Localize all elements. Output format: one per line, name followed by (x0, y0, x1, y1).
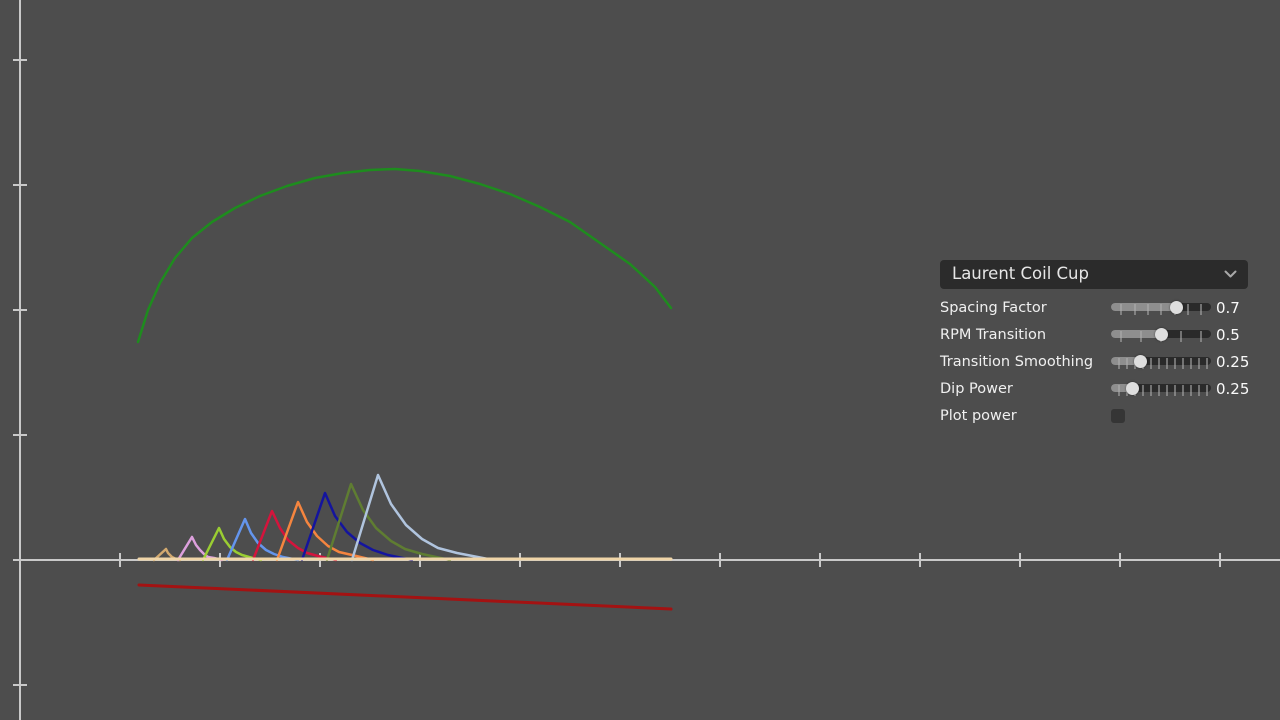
chevron-down-icon (1224, 270, 1237, 279)
slider-tick (1126, 358, 1128, 369)
slider-tick (1120, 304, 1122, 315)
slider-tick (1206, 385, 1208, 396)
slider-tick (1118, 385, 1120, 396)
transition-smoothing-value: 0.25 (1216, 352, 1250, 371)
slider-tick (1140, 331, 1142, 342)
slider-tick (1198, 385, 1200, 396)
slider-tick (1190, 385, 1192, 396)
series-peak-5 (251, 509, 338, 562)
rpm-transition-value: 0.5 (1216, 325, 1240, 344)
slider-tick (1150, 358, 1152, 369)
spacing-factor-label: Spacing Factor (940, 299, 1047, 316)
slider-tick (1198, 358, 1200, 369)
slider-tick (1147, 304, 1149, 315)
plot-power-row: Plot power (940, 402, 1248, 429)
slider-tick (1182, 385, 1184, 396)
slider-tick (1134, 304, 1136, 315)
slider-tick (1200, 304, 1202, 315)
slider-tick (1200, 331, 1202, 342)
rpm-transition-slider-knob[interactable] (1154, 328, 1168, 341)
plot-power-label: Plot power (940, 407, 1017, 424)
dip-power-value: 0.25 (1216, 379, 1250, 398)
slider-row: RPM Transition 0.5 (940, 321, 1248, 348)
slider-tick (1118, 358, 1120, 369)
transition-smoothing-slider[interactable] (1111, 348, 1211, 375)
slider-row: Transition Smoothing 0.25 (940, 348, 1250, 375)
slider-tick (1190, 358, 1192, 369)
spacing-factor-value: 0.7 (1216, 298, 1240, 317)
series-peak-7 (300, 491, 414, 562)
preset-dropdown-value: Laurent Coil Cup (952, 264, 1089, 284)
rpm-transition-slider-fill (1111, 330, 1161, 338)
rpm-transition-label: RPM Transition (940, 326, 1047, 343)
slider-tick (1174, 385, 1176, 396)
dip-power-slider-knob[interactable] (1125, 382, 1139, 395)
transition-smoothing-slider-knob[interactable] (1133, 355, 1147, 368)
slider-tick (1166, 385, 1168, 396)
control-panel: Laurent Coil Cup Spacing Factor 0.7 RPM Tr… (940, 260, 1250, 429)
slider-tick (1160, 304, 1162, 315)
preset-dropdown[interactable]: Laurent Coil Cup (940, 260, 1248, 289)
slider-tick (1142, 385, 1144, 396)
slider-tick (1206, 358, 1208, 369)
slider-tick (1158, 358, 1160, 369)
plot-power-checkbox[interactable] (1111, 408, 1125, 423)
slider-tick (1182, 358, 1184, 369)
dip-power-label: Dip Power (940, 380, 1013, 397)
slider-tick (1174, 358, 1176, 369)
series-peak-9 (350, 473, 490, 562)
rpm-transition-slider[interactable] (1111, 321, 1211, 348)
slider-tick (1120, 331, 1122, 342)
slider-tick (1180, 331, 1182, 342)
app-window: Laurent Coil Cup Spacing Factor 0.7 RPM Tr… (0, 0, 1280, 720)
slider-tick (1158, 385, 1160, 396)
slider-row: Spacing Factor 0.7 (940, 294, 1248, 321)
transition-smoothing-label: Transition Smoothing (940, 353, 1094, 370)
series-peak-2 (176, 535, 224, 562)
dip-power-slider[interactable] (1111, 375, 1211, 402)
slider-tick (1150, 385, 1152, 396)
series-dip (137, 583, 673, 611)
slider-rows: Spacing Factor 0.7 RPM Transition 0.5 Transi… (940, 294, 1250, 402)
spacing-factor-slider-knob[interactable] (1169, 301, 1183, 314)
spacing-factor-slider[interactable] (1111, 294, 1211, 321)
slider-tick (1166, 358, 1168, 369)
slider-tick (1187, 304, 1189, 315)
series-hump (136, 167, 673, 344)
slider-row: Dip Power 0.25 (940, 375, 1250, 402)
series-peak-6 (275, 500, 375, 562)
